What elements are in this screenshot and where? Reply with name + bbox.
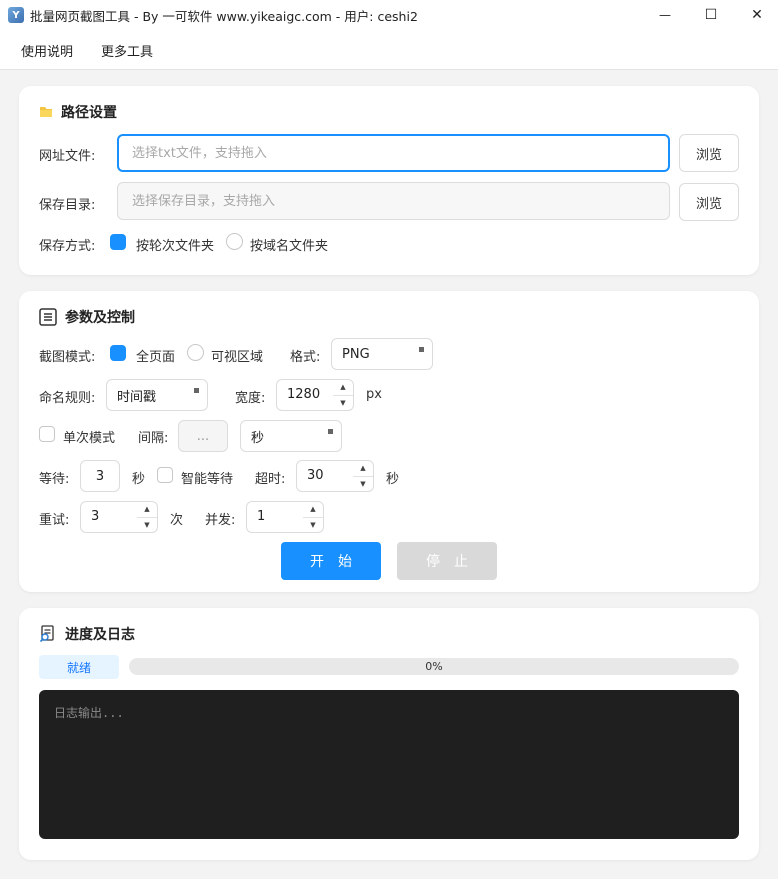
status-badge: 就绪 xyxy=(39,655,119,679)
timeout-value: 30 xyxy=(307,468,324,483)
stop-button[interactable]: 停止 xyxy=(397,542,497,580)
naming-value: 时间戳 xyxy=(117,389,157,405)
log-header: 进度及日志 xyxy=(39,624,135,644)
wait-input[interactable]: 3 xyxy=(80,460,120,492)
concurrency-spinbox[interactable]: 1 ▲ ▼ xyxy=(246,501,324,533)
width-label: 宽度: xyxy=(235,391,266,406)
status-text: 就绪 xyxy=(66,660,91,675)
single-mode-label[interactable]: 单次模式 xyxy=(63,427,115,446)
params-card: 参数及控制 截图模式: 全页面 可视区域 格式: PNG 命名规则: 时间戳 宽… xyxy=(19,291,759,592)
menu-more-tools[interactable]: 更多工具 xyxy=(101,41,153,60)
interval-label: 间隔: xyxy=(138,431,169,446)
save-mode-domain-radio[interactable] xyxy=(226,233,243,250)
single-mode-checkbox[interactable] xyxy=(39,426,55,442)
concurrency-value: 1 xyxy=(257,509,266,524)
dropdown-icon xyxy=(194,388,199,393)
title-bar: Y 批量网页截图工具 - By 一可软件 www.yikeaigc.com - … xyxy=(0,0,778,30)
dropdown-icon xyxy=(419,347,424,352)
naming-select[interactable]: 时间戳 xyxy=(106,379,208,411)
retry-increment-button[interactable]: ▲ xyxy=(137,502,157,518)
capture-full-page-checkbox[interactable] xyxy=(110,345,126,361)
menu-usage[interactable]: 使用说明 xyxy=(21,41,73,60)
maximize-icon: ☐ xyxy=(704,7,718,23)
close-icon: ✕ xyxy=(751,7,763,23)
interval-unit-select[interactable]: 秒 xyxy=(240,420,342,452)
retry-label: 重试: xyxy=(39,513,70,528)
maximize-button[interactable]: ☐ xyxy=(688,0,734,30)
interval-value: ... xyxy=(196,428,210,444)
log-card: 进度及日志 就绪 0% 日志输出... xyxy=(19,608,759,860)
smart-wait-checkbox[interactable] xyxy=(157,467,173,483)
folder-icon xyxy=(40,107,52,117)
concurrency-decrement-button[interactable]: ▼ xyxy=(303,518,323,533)
log-title: 进度及日志 xyxy=(65,627,135,643)
save-dir-browse-button[interactable]: 浏览 xyxy=(679,183,739,221)
save-mode-domain-label[interactable]: 按域名文件夹 xyxy=(250,235,328,254)
width-unit: px xyxy=(366,387,382,402)
timeout-decrement-button[interactable]: ▼ xyxy=(353,477,373,492)
save-dir-input[interactable] xyxy=(117,182,670,220)
wait-unit: 秒 xyxy=(132,472,146,487)
list-icon xyxy=(39,308,57,326)
capture-visible-label[interactable]: 可视区域 xyxy=(211,346,263,365)
params-title: 参数及控制 xyxy=(65,310,135,326)
path-settings-title: 路径设置 xyxy=(61,105,117,121)
timeout-label: 超时: xyxy=(255,472,286,487)
progress-text: 0% xyxy=(425,660,443,673)
dropdown-icon xyxy=(328,429,333,434)
capture-visible-radio[interactable] xyxy=(187,344,204,361)
interval-unit-value: 秒 xyxy=(251,430,265,446)
width-increment-button[interactable]: ▲ xyxy=(333,380,353,396)
url-file-label: 网址文件: xyxy=(39,149,96,164)
log-placeholder: 日志输出... xyxy=(54,706,124,720)
capture-mode-label: 截图模式: xyxy=(39,350,96,365)
format-value: PNG xyxy=(342,346,370,362)
path-settings-header: 路径设置 xyxy=(39,102,117,122)
retry-value: 3 xyxy=(91,509,100,524)
url-file-browse-button[interactable]: 浏览 xyxy=(679,134,739,172)
timeout-unit: 秒 xyxy=(386,472,400,487)
naming-label: 命名规则: xyxy=(39,391,96,406)
width-decrement-button[interactable]: ▼ xyxy=(333,396,353,411)
save-mode-label: 保存方式: xyxy=(39,239,96,254)
save-dir-label: 保存目录: xyxy=(39,198,96,213)
progress-bar: 0% xyxy=(129,658,739,675)
wait-label: 等待: xyxy=(39,472,70,487)
width-value: 1280 xyxy=(287,387,321,402)
wait-value: 3 xyxy=(95,468,105,484)
params-header: 参数及控制 xyxy=(39,307,135,327)
log-output[interactable]: 日志输出... xyxy=(39,690,739,839)
concurrency-increment-button[interactable]: ▲ xyxy=(303,502,323,518)
retry-unit: 次 xyxy=(170,513,184,528)
path-settings-card: 路径设置 网址文件: 浏览 保存目录: 浏览 保存方式: 按轮次文件夹 按域名文… xyxy=(19,86,759,275)
capture-full-page-label[interactable]: 全页面 xyxy=(136,346,175,365)
timeout-increment-button[interactable]: ▲ xyxy=(353,461,373,477)
concurrency-label: 并发: xyxy=(205,513,236,528)
close-button[interactable]: ✕ xyxy=(734,0,778,30)
save-mode-round-label[interactable]: 按轮次文件夹 xyxy=(136,235,214,254)
retry-decrement-button[interactable]: ▼ xyxy=(137,518,157,533)
timeout-spinbox[interactable]: 30 ▲ ▼ xyxy=(296,460,374,492)
document-search-icon xyxy=(39,625,54,643)
retry-spinbox[interactable]: 3 ▲ ▼ xyxy=(80,501,158,533)
save-mode-round-checkbox[interactable] xyxy=(110,234,126,250)
minimize-icon: — xyxy=(659,8,671,22)
smart-wait-label[interactable]: 智能等待 xyxy=(181,468,233,487)
format-label: 格式: xyxy=(290,350,321,365)
interval-input[interactable]: ... xyxy=(178,420,228,452)
format-select[interactable]: PNG xyxy=(331,338,433,370)
url-file-input[interactable] xyxy=(117,134,670,172)
window-title: 批量网页截图工具 - By 一可软件 www.yikeaigc.com - 用户… xyxy=(30,8,418,24)
start-button[interactable]: 开始 xyxy=(281,542,381,580)
menu-bar: 使用说明 更多工具 xyxy=(0,30,778,70)
width-spinbox[interactable]: 1280 ▲ ▼ xyxy=(276,379,354,411)
app-icon: Y xyxy=(8,7,24,23)
minimize-button[interactable]: — xyxy=(642,0,688,30)
